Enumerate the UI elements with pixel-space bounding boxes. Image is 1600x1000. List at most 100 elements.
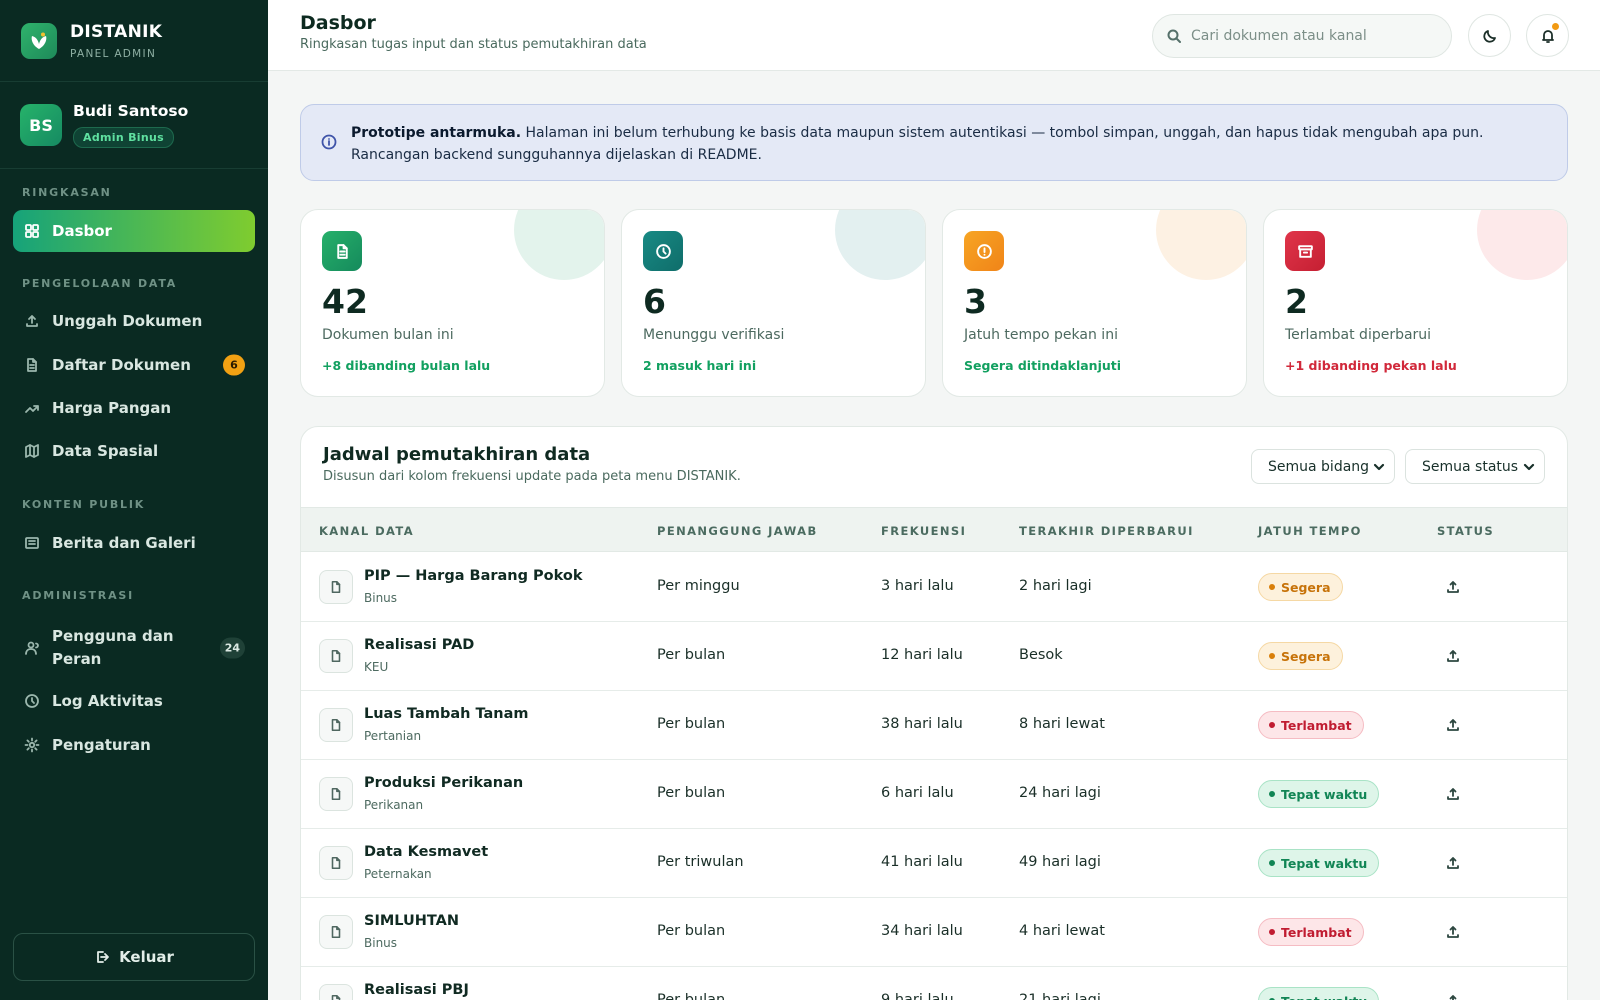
sidebar-item-unggah-dokumen[interactable]: Unggah Dokumen [13, 300, 255, 342]
bell-icon [1541, 29, 1554, 43]
document-icon [319, 915, 353, 949]
search-box [1152, 14, 1452, 58]
nav-section-administrasi: ADMINISTRASI [22, 589, 135, 602]
upload-icon[interactable] [1446, 993, 1462, 1000]
upload-icon[interactable] [1446, 924, 1462, 940]
column-header: TERAKHIR DIPERBARUI [1019, 524, 1194, 538]
top-header: Dasbor Ringkasan tugas input dan status … [268, 0, 1600, 71]
frequency-cell: Per minggu [657, 578, 740, 594]
sidebar-item-daftar-dokumen[interactable]: Daftar Dokumen 6 [13, 344, 255, 386]
field-filter-select[interactable]: Semua bidang [1251, 449, 1395, 484]
column-header: KANAL DATA [319, 524, 415, 538]
sidebar-item-pengaturan[interactable]: Pengaturan [13, 724, 255, 766]
sidebar-item-label: Dasbor [52, 222, 112, 240]
sidebar-item-pengguna-peran[interactable]: Pengguna dan Peran 24 [13, 620, 255, 676]
status-dot [1269, 584, 1275, 590]
channel-name: SIMLUHTAN [364, 913, 460, 929]
schedule-subtitle: Disusun dari kolom frekuensi update pada… [323, 469, 741, 484]
status-dot [1269, 860, 1275, 866]
status-dot [1269, 791, 1275, 797]
channel-name: Luas Tambah Tanam [364, 706, 529, 722]
sidebar-item-log-aktivitas[interactable]: Log Aktivitas [13, 680, 255, 722]
select-value: Semua bidang [1268, 458, 1370, 475]
sidebar-item-dasbor[interactable]: Dasbor [13, 210, 255, 252]
document-icon [319, 846, 353, 880]
stat-label: Terlambat diperbarui [1285, 327, 1432, 343]
logout-button[interactable]: Keluar [13, 933, 255, 981]
last-updated-cell: 41 hari lalu [881, 854, 963, 870]
last-updated-cell: 12 hari lalu [881, 647, 963, 663]
table-row[interactable]: PIP — Harga Barang Pokok Binus Per minggu 3… [301, 553, 1567, 622]
stat-card-late: 2 Terlambat diperbarui +1 dibanding peka… [1263, 209, 1568, 397]
search-icon [1167, 29, 1181, 43]
status-badge: Segera [1258, 573, 1343, 601]
document-icon [319, 570, 353, 604]
document-icon [23, 356, 41, 374]
due-cell: 21 hari lagi [1019, 992, 1101, 1000]
count-badge: 6 [223, 354, 245, 376]
sidebar-item-label: Data Spasial [52, 442, 159, 460]
sidebar-item-harga-pangan[interactable]: Harga Pangan [13, 387, 255, 429]
upload-icon[interactable] [1446, 855, 1462, 871]
table-row[interactable]: Realisasi PAD KEU Per bulan 12 hari lalu Bes… [301, 622, 1567, 691]
frequency-cell: Per bulan [657, 785, 726, 801]
sidebar-item-label: Unggah Dokumen [52, 312, 203, 330]
table-row[interactable]: Data Kesmavet Peternakan Per triwulan 41 ha… [301, 829, 1567, 898]
sidebar-item-label: Berita dan Galeri [52, 534, 196, 552]
stat-card-documents: 42 Dokumen bulan ini +8 dibanding bulan … [300, 209, 605, 397]
channel-name: PIP — Harga Barang Pokok [364, 568, 583, 584]
schedule-title: Jadwal pemutakhiran data [323, 444, 591, 465]
table-row[interactable]: Realisasi PBJ Per bulan 9 hari lalu 21 hari… [301, 967, 1567, 1000]
status-badge: Tepat waktu [1258, 987, 1380, 1000]
channel-name: Data Kesmavet [364, 844, 489, 860]
status-badge: Tepat waktu [1258, 780, 1380, 808]
table-header: KANAL DATA PENANGGUNG JAWAB FREKUENSI TE… [301, 507, 1567, 552]
frequency-cell: Per triwulan [657, 854, 744, 870]
status-label: Terlambat [1281, 924, 1352, 940]
schedule-card: Jadwal pemutakhiran data Disusun dari ko… [300, 426, 1568, 1000]
frequency-cell: Per bulan [657, 923, 726, 939]
search-input[interactable] [1191, 28, 1431, 44]
sidebar-item-label: Log Aktivitas [52, 692, 163, 710]
brand-title: DISTANIK [70, 21, 163, 42]
select-value: Semua status [1422, 458, 1519, 475]
notifications-button[interactable] [1526, 14, 1569, 57]
stat-label: Dokumen bulan ini [322, 327, 454, 343]
stat-card-pending: 6 Menunggu verifikasi 2 masuk hari ini [621, 209, 926, 397]
sidebar-item-data-spasial[interactable]: Data Spasial [13, 430, 255, 472]
sidebar-item-label: Pengaturan [52, 736, 151, 754]
upload-icon[interactable] [1446, 648, 1462, 664]
stat-value: 3 [964, 282, 987, 321]
table-row[interactable]: Luas Tambah Tanam Pertanian Per bulan 38 ha… [301, 691, 1567, 760]
role-badge: Admin Binus [73, 127, 174, 148]
nav-section-ringkasan: RINGKASAN [22, 186, 112, 199]
sidebar-item-berita-galeri[interactable]: Berita dan Galeri [13, 522, 255, 564]
status-dot [1269, 653, 1275, 659]
status-label: Tepat waktu [1281, 786, 1368, 802]
page-title: Dasbor [300, 12, 376, 34]
status-dot [1269, 722, 1275, 728]
decor-circle [1156, 210, 1246, 280]
decor-circle [835, 210, 925, 280]
info-icon [321, 134, 337, 150]
due-cell: 24 hari lagi [1019, 785, 1101, 801]
document-icon [319, 984, 353, 1000]
status-filter-select[interactable]: Semua status [1405, 449, 1545, 484]
table-row[interactable]: SIMLUHTAN Binus Per bulan 34 hari lalu 4 har… [301, 898, 1567, 967]
theme-toggle-button[interactable] [1468, 14, 1511, 57]
status-badge: Terlambat [1258, 918, 1364, 946]
last-updated-cell: 9 hari lalu [881, 992, 954, 1000]
upload-icon[interactable] [1446, 579, 1462, 595]
stat-value: 42 [322, 282, 368, 321]
table-row[interactable]: Produksi Perikanan Perikanan Per bulan 6 ha… [301, 760, 1567, 829]
stat-label: Jatuh tempo pekan ini [964, 327, 1118, 343]
column-header: JATUH TEMPO [1258, 524, 1362, 538]
status-badge: Terlambat [1258, 711, 1364, 739]
decor-circle [1477, 210, 1567, 280]
status-label: Segera [1281, 648, 1331, 664]
upload-icon[interactable] [1446, 786, 1462, 802]
users-icon [23, 639, 41, 657]
upload-icon[interactable] [1446, 717, 1462, 733]
moon-icon [1482, 29, 1496, 43]
document-icon [319, 639, 353, 673]
